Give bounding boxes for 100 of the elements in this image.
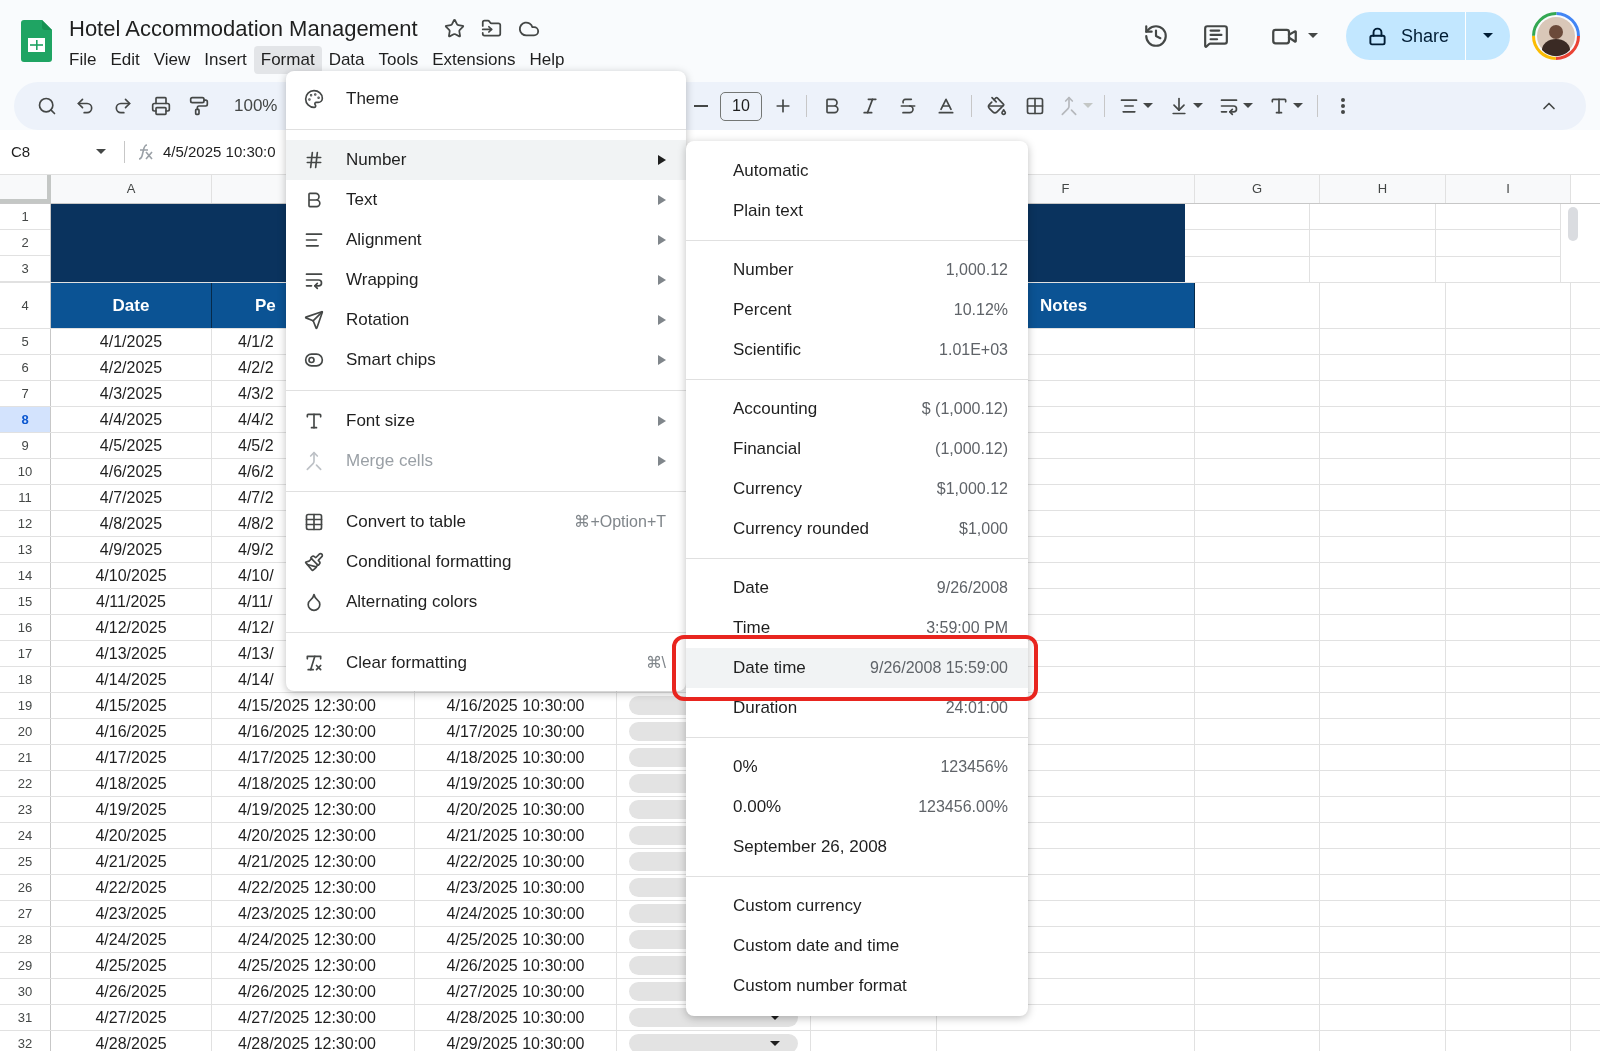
menu-item[interactable]: Custom currency [686,886,1028,926]
table-cell: 4/24/2025 [51,927,212,952]
menu-bar-item[interactable]: Format [253,46,322,74]
row-header[interactable]: 20 [0,719,51,744]
star-icon[interactable] [443,18,465,39]
row-header[interactable]: 1 [0,204,50,230]
row-header[interactable]: 25 [0,849,51,874]
menu-item[interactable]: September 26, 2008 [686,827,1028,867]
row-header[interactable]: 2 [0,230,50,256]
row-header[interactable]: 23 [0,797,51,822]
avatar[interactable] [1532,12,1580,60]
table-icon [304,512,324,532]
menu-item[interactable]: 0% 123456% [686,747,1028,787]
row-header[interactable]: 14 [0,563,51,588]
row-header[interactable]: 13 [0,537,51,562]
document-title[interactable]: Hotel Accommodation Management [69,12,418,45]
table-cell: 4/17/2025 10:30:00 [415,719,617,744]
format-example: 1.01E+03 [939,340,1008,360]
menu-item[interactable]: Duration 24:01:00 [686,688,1028,728]
menu-item[interactable]: Scientific 1.01E+03 [686,330,1028,370]
table-cell: 4/23/2025 10:30:00 [415,875,617,900]
row-header[interactable]: 28 [0,927,51,952]
spreadsheet-logo[interactable] [21,20,52,62]
row-header[interactable]: 27 [0,901,51,926]
menu-item[interactable]: Text [286,180,686,220]
formula-field[interactable]: 4/5/2025 10:30:0 [163,140,276,164]
table-cell: 4/28/2025 10:30:00 [415,1005,617,1030]
font-size-field[interactable]: 10 [720,91,762,121]
letter-t-icon [304,411,324,431]
table-cell: 4/22/2025 12:30:00 [212,875,415,900]
table-cell: 4/6/2025 [51,459,212,484]
row-header[interactable]: 12 [0,511,51,536]
row-header[interactable]: 17 [0,641,51,666]
row-header[interactable]: 22 [0,771,51,796]
row-header[interactable]: 9 [0,433,51,458]
undo-icon [75,96,95,116]
menu-bar-item[interactable]: Tools [371,46,426,74]
zoom-dropdown[interactable]: 100% [234,93,278,119]
row-header[interactable]: 6 [0,355,51,380]
menu-item[interactable]: Alignment [286,220,686,260]
table-cell: 4/24/2025 10:30:00 [415,901,617,926]
menu-item[interactable]: Date time 9/26/2008 15:59:00 [686,648,1028,688]
header-cell: Date [51,283,212,328]
menu-item[interactable]: Date 9/26/2008 [686,568,1028,608]
menu-item[interactable]: Number [286,140,686,180]
table-cell: 4/28/2025 [51,1031,212,1051]
folder-icon[interactable] [480,18,502,39]
row-header[interactable]: 7 [0,381,51,406]
menu-item[interactable]: Custom number format [686,966,1028,1006]
row-header[interactable]: 11 [0,485,51,510]
row-header[interactable]: 31 [0,1005,51,1030]
menu-item[interactable]: Currency $1,000.12 [686,469,1028,509]
table-cell: 4/27/2025 10:30:00 [415,979,617,1004]
menu-bar-item[interactable]: Insert [197,46,254,74]
merge-icon [304,451,324,471]
table-cell: 4/26/2025 10:30:00 [415,953,617,978]
paint-format-icon [189,96,209,116]
menu-bar-item[interactable]: Help [522,46,572,74]
comment-icon[interactable] [1202,23,1229,49]
history-icon[interactable] [1142,23,1169,49]
menu-item[interactable]: 0.00% 123456.00% [686,787,1028,827]
merge-icon [1059,96,1079,116]
print-icon [151,96,171,116]
row-header[interactable]: 5 [0,329,51,354]
row-header[interactable]: 24 [0,823,51,848]
row-header[interactable]: 18 [0,667,51,692]
column-header[interactable]: G [1195,175,1320,203]
caret-icon [1293,103,1303,109]
column-header[interactable]: A [51,175,212,203]
menu-bar-item[interactable]: Edit [103,46,147,74]
menu-bar-item[interactable]: Extensions [425,46,523,74]
menu-item[interactable]: Time 3:59:00 PM [686,608,1028,648]
menu-bar-item[interactable]: Data [321,46,372,74]
menu-bar-item[interactable]: View [146,46,198,74]
table-cell: 4/21/2025 12:30:00 [212,849,415,874]
row-header[interactable]: 8 [0,407,51,432]
scrollbar[interactable] [1568,207,1578,241]
row-header[interactable]: 30 [0,979,51,1004]
menu-item[interactable]: Custom date and time [686,926,1028,966]
menu-item[interactable]: Financial (1,000.12) [686,429,1028,469]
row-header[interactable]: 21 [0,745,51,770]
row-header[interactable]: 16 [0,615,51,640]
table-cell: 4/18/2025 10:30:00 [415,745,617,770]
table-cell: 4/17/2025 [51,745,212,770]
menu-item[interactable]: Theme [286,79,686,119]
row-header[interactable]: 10 [0,459,51,484]
row-header[interactable]: 15 [0,589,51,614]
row-header[interactable]: 29 [0,953,51,978]
menu-item[interactable]: Currency rounded $1,000 [686,509,1028,549]
menu-bar-item[interactable]: File [62,46,104,74]
menu-item[interactable]: Accounting $ (1,000.12) [686,389,1028,429]
name-box[interactable]: C8 [0,140,114,164]
row-header[interactable]: 3 [0,256,50,282]
row-header[interactable]: 26 [0,875,51,900]
column-header[interactable]: I [1446,175,1571,203]
row-header[interactable]: 19 [0,693,51,718]
row-header[interactable]: 32 [0,1031,51,1051]
column-header[interactable]: H [1320,175,1446,203]
format-example: $1,000.12 [936,479,1008,499]
format-example: 3:59:00 PM [926,618,1008,638]
